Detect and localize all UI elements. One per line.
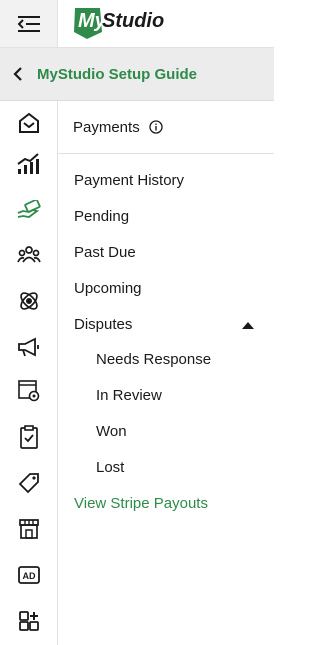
view-stripe-payouts-link[interactable]: View Stripe Payouts <box>74 495 208 513</box>
panel-title: Payments <box>73 118 140 136</box>
nav-item-payment-history[interactable]: Payment History <box>74 172 184 190</box>
mystudio-logo[interactable]: My Studio <box>73 5 188 41</box>
chevron-left-icon[interactable] <box>13 64 29 84</box>
nav-subitem-needs-response[interactable]: Needs Response <box>96 351 211 369</box>
top-bar: My Studio <box>0 0 274 48</box>
nav-subitem-won[interactable]: Won <box>96 423 127 441</box>
home-icon[interactable] <box>16 110 42 136</box>
setup-guide-title[interactable]: MyStudio Setup Guide <box>37 66 197 83</box>
setup-guide-bar[interactable]: MyStudio Setup Guide <box>0 48 274 101</box>
payments-panel-header: Payments <box>57 101 274 154</box>
nav-item-upcoming[interactable]: Upcoming <box>74 280 142 298</box>
ad-icon[interactable]: AD <box>16 562 42 588</box>
checklist-icon[interactable] <box>16 424 42 450</box>
billing-icon[interactable] <box>16 288 42 314</box>
nav-item-past-due[interactable]: Past Due <box>74 244 136 262</box>
svg-text:AD: AD <box>23 571 36 581</box>
svg-text:Studio: Studio <box>102 10 164 32</box>
nav-subitem-in-review[interactable]: In Review <box>96 387 162 405</box>
collapse-menu-icon <box>17 15 40 32</box>
nav-item-disputes[interactable]: Disputes <box>74 316 132 334</box>
marketing-icon[interactable] <box>16 334 42 360</box>
tag-icon[interactable] <box>16 470 42 496</box>
info-icon[interactable] <box>149 120 163 134</box>
web-settings-icon[interactable] <box>16 378 42 404</box>
analytics-icon[interactable] <box>16 151 42 177</box>
chevron-up-icon[interactable] <box>241 321 255 330</box>
payments-icon[interactable] <box>16 197 42 223</box>
add-apps-icon[interactable] <box>16 608 42 634</box>
collapse-menu-button[interactable] <box>0 0 58 47</box>
store-icon[interactable] <box>16 516 42 542</box>
nav-subitem-lost[interactable]: Lost <box>96 459 124 477</box>
icon-rail: AD <box>0 101 58 645</box>
members-icon[interactable] <box>16 242 42 268</box>
nav-item-pending[interactable]: Pending <box>74 208 129 226</box>
